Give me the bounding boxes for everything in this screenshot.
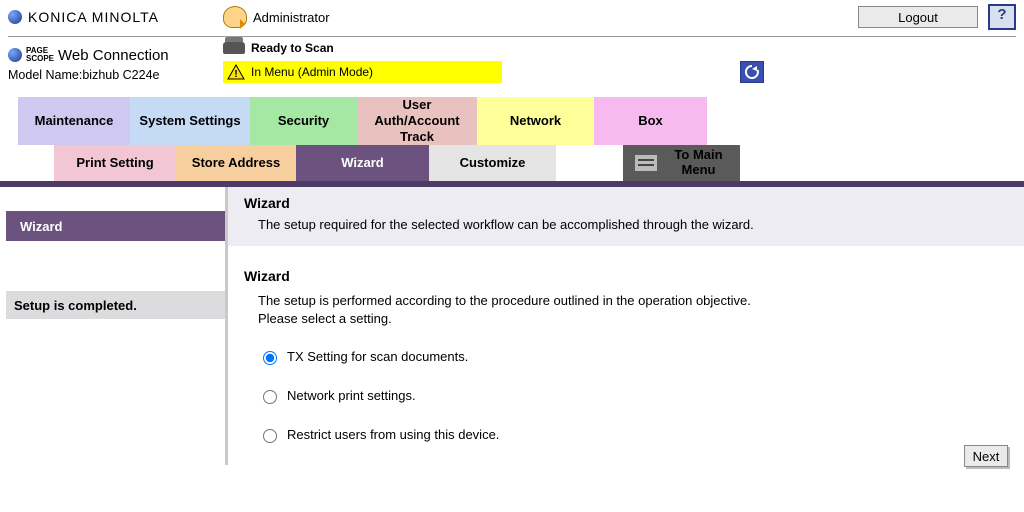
sidebar-item-wizard[interactable]: Wizard: [6, 211, 225, 241]
webconn-text: Web Connection: [58, 47, 169, 64]
mode-banner: ! In Menu (Admin Mode): [223, 61, 502, 83]
sidebar-item-label: Wizard: [20, 219, 63, 234]
secondary-tabs: Print Setting Store Address Wizard Custo…: [54, 145, 1024, 181]
intro-text: The setup required for the selected work…: [258, 217, 1008, 232]
option-network-print[interactable]: Network print settings.: [258, 387, 1008, 404]
tab-security[interactable]: Security: [250, 97, 357, 145]
logo-icon: [8, 10, 22, 24]
radio-restrict[interactable]: [263, 429, 277, 443]
radio-tx[interactable]: [263, 351, 277, 365]
next-button[interactable]: Next: [964, 445, 1008, 467]
option-restrict[interactable]: Restrict users from using this device.: [258, 426, 1008, 443]
pagescope-brand: PAGESCOPE Web Connection: [8, 47, 223, 64]
brand-text: KONICA MINOLTA: [28, 9, 159, 25]
logout-button[interactable]: Logout: [858, 6, 978, 28]
section-text-1: The setup is performed according to the …: [258, 293, 751, 308]
tab-box[interactable]: Box: [594, 97, 707, 145]
current-user: Administrator: [223, 6, 330, 28]
svg-text:!: !: [234, 69, 237, 80]
scan-status: Ready to Scan: [251, 41, 334, 55]
option-network-print-label: Network print settings.: [287, 388, 416, 403]
tab-network[interactable]: Network: [477, 97, 594, 145]
refresh-button[interactable]: [740, 61, 764, 83]
main-panel: RO Wizard The setup required for the sel…: [228, 187, 1024, 465]
user-icon: [223, 6, 247, 28]
brand-block: KONICA MINOLTA: [8, 9, 223, 25]
scanner-icon: [223, 42, 245, 54]
user-label: Administrator: [253, 10, 330, 25]
tab-system-settings[interactable]: System Settings: [130, 97, 250, 145]
mode-text: In Menu (Admin Mode): [251, 65, 373, 79]
tab-wizard[interactable]: Wizard: [296, 145, 429, 181]
tab-store-address[interactable]: Store Address: [176, 145, 296, 181]
option-restrict-label: Restrict users from using this device.: [287, 427, 499, 442]
sidebar: Wizard Setup is completed.: [0, 187, 225, 465]
wizard-options: TX Setting for scan documents. Network p…: [258, 348, 1008, 443]
to-main-menu-button[interactable]: To Main Menu: [623, 145, 740, 181]
option-tx-label: TX Setting for scan documents.: [287, 349, 468, 364]
radio-network-print[interactable]: [263, 390, 277, 404]
tab-maintenance[interactable]: Maintenance: [18, 97, 130, 145]
wizard-section: Wizard The setup is performed according …: [228, 246, 1024, 443]
primary-tabs: Maintenance System Settings Security Use…: [18, 97, 1024, 145]
model-name: Model Name:bizhub C224e: [8, 68, 223, 82]
pagescope-small: PAGESCOPE: [26, 47, 54, 63]
intro-title: Wizard: [244, 195, 1008, 211]
warning-icon: !: [227, 64, 245, 80]
section-title: Wizard: [244, 268, 1008, 284]
to-main-menu-label: To Main Menu: [663, 148, 734, 178]
sidebar-status: Setup is completed.: [6, 291, 225, 319]
section-text-2: Please select a setting.: [258, 311, 392, 326]
option-tx[interactable]: TX Setting for scan documents.: [258, 348, 1008, 365]
header-divider: [8, 36, 1016, 37]
sidebar-status-text: Setup is completed.: [14, 298, 137, 313]
header: KONICA MINOLTA Administrator Logout ?: [0, 0, 1024, 36]
tab-user-auth[interactable]: User Auth/Account Track: [357, 97, 477, 145]
wizard-intro: Wizard The setup required for the select…: [228, 187, 1024, 246]
help-button[interactable]: ?: [988, 4, 1016, 30]
tab-customize[interactable]: Customize: [429, 145, 556, 181]
pagescope-icon: [8, 48, 22, 62]
brand-name: KONICA MINOLTA: [8, 9, 223, 25]
main-menu-icon: [635, 155, 657, 171]
tab-print-setting[interactable]: Print Setting: [54, 145, 176, 181]
